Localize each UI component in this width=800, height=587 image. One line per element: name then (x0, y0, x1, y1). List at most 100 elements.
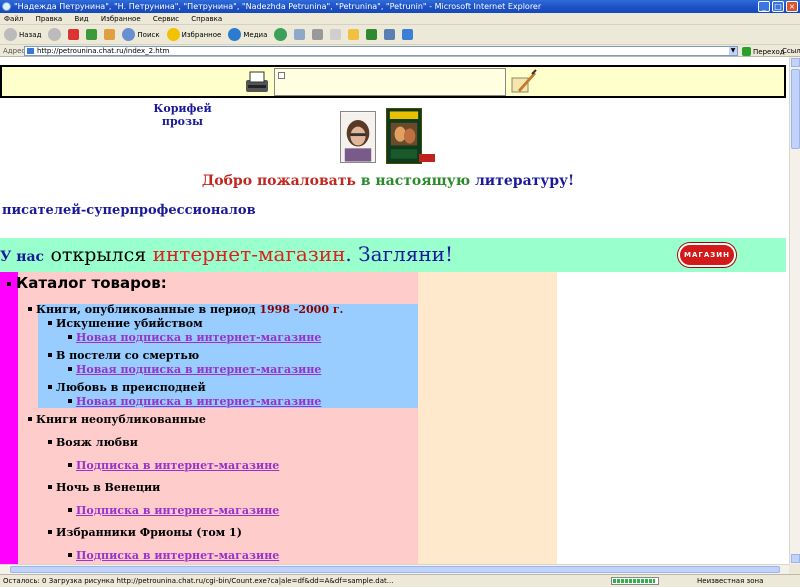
menu-view[interactable]: Вид (74, 15, 88, 23)
refresh-icon (86, 29, 98, 40)
browser-window: "Надежда Петрунина", "Н. Петрунина", "Пе… (0, 0, 800, 587)
menu-file[interactable]: Файл (4, 15, 23, 23)
address-url: http://petrounina.chat.ru/index_2.htm (37, 47, 170, 55)
horizontal-scrollbar[interactable] (0, 564, 789, 574)
mail-icon (294, 29, 306, 40)
book-cover-tag (419, 154, 435, 162)
refresh-button[interactable] (84, 27, 99, 43)
back-arrow-icon (4, 28, 17, 41)
catalog-group-published: Книги, опубликованные в период 1998 -200… (28, 303, 343, 316)
title-bar: "Надежда Петрунина", "Н. Петрунина", "Пе… (0, 0, 800, 13)
edit-button[interactable] (328, 27, 343, 43)
toolbar: Назад Поиск Избранное Медиа (0, 25, 800, 45)
page-icon (27, 48, 34, 54)
quill-pen-icon (511, 69, 537, 93)
subscription-link[interactable]: Новая подписка в интернет-магазине (68, 331, 321, 344)
address-label: Адрес (3, 47, 26, 55)
koryfei-heading: Корифей прозы (153, 102, 212, 128)
banner-image-placeholder (274, 68, 506, 96)
maximize-button[interactable]: □ (772, 1, 784, 12)
security-zone: Неизвестная зона (697, 577, 764, 585)
history-button[interactable] (272, 27, 289, 43)
research-button[interactable] (382, 27, 397, 43)
subscription-link[interactable]: Подписка в интернет-магазине (68, 549, 279, 562)
star-icon (166, 28, 180, 41)
window-button[interactable] (400, 27, 415, 43)
catalog-group-unpublished: Книги неопубликованные (28, 413, 206, 426)
forward-arrow-icon (48, 28, 62, 41)
folder-button[interactable] (346, 27, 361, 43)
author-photo (340, 111, 376, 163)
media-button[interactable]: Медиа (226, 27, 269, 43)
back-button[interactable]: Назад (2, 27, 43, 43)
home-button[interactable] (102, 27, 117, 43)
research-icon (384, 29, 396, 40)
broken-image-icon (278, 72, 285, 79)
progress-bar (611, 577, 659, 585)
chevron-down-icon[interactable]: ▼ (729, 47, 737, 55)
minimize-button[interactable]: _ (758, 1, 770, 12)
subscription-link[interactable]: Подписка в интернет-магазине (68, 459, 279, 472)
close-button[interactable]: × (786, 1, 798, 12)
marquee-text: писателей-суперпрофессионалов (2, 203, 256, 218)
progress-fill (613, 579, 655, 583)
window-controls: _ □ × (758, 1, 798, 12)
edit-icon (330, 29, 342, 40)
subscription-link[interactable]: Новая подписка в интернет-магазине (68, 395, 321, 408)
shop-announcement-text: У нас открылся интернет-магазин. Загляни… (0, 242, 454, 266)
folder-icon (348, 29, 360, 40)
window-icon (402, 29, 414, 40)
favorites-button[interactable]: Избранное (165, 27, 224, 43)
scroll-up-button[interactable] (791, 58, 800, 67)
shop-announcement-bar: У нас открылся интернет-магазин. Загляни… (0, 238, 786, 272)
window-title: "Надежда Петрунина", "Н. Петрунина", "Пе… (14, 2, 542, 11)
status-bar: Осталось: 0 Загрузка рисунка http://petr… (0, 574, 800, 587)
messenger-button[interactable] (364, 27, 379, 43)
history-icon (274, 28, 288, 41)
subscription-link[interactable]: Подписка в интернет-магазине (68, 504, 279, 517)
stop-icon (68, 29, 80, 40)
forward-button[interactable] (46, 27, 63, 43)
address-bar: Адрес http://petrounina.chat.ru/index_2.… (0, 45, 800, 57)
scroll-down-button[interactable] (791, 554, 800, 563)
address-input[interactable]: http://petrounina.chat.ru/index_2.htm ▼ (24, 46, 738, 56)
welcome-heading: Добро пожаловать в настоящую литературу! (201, 173, 575, 189)
right-side-panel (418, 272, 557, 564)
book-title: Искушение убийством (48, 317, 203, 330)
book-title: Ночь в Венеции (48, 481, 160, 494)
search-icon (122, 28, 136, 41)
ie-icon (2, 2, 11, 11)
links-button[interactable]: Ссылки (782, 45, 800, 57)
shop-button[interactable]: МАГАЗИН (678, 243, 736, 267)
book-title: Вояж любви (48, 436, 138, 449)
subscription-link[interactable]: Новая подписка в интернет-магазине (68, 363, 321, 376)
media-icon (228, 28, 242, 41)
catalog-title: Каталог товаров: (16, 274, 167, 292)
header-banner (0, 65, 786, 98)
book-title: Избранники Фрионы (том 1) (48, 526, 242, 539)
bullet (7, 282, 11, 286)
typewriter-icon (246, 71, 268, 92)
menu-edit[interactable]: Правка (36, 15, 63, 23)
vertical-scrollbar[interactable] (789, 57, 800, 564)
mail-button[interactable] (292, 27, 307, 43)
status-text: Осталось: 0 Загрузка рисунка http://petr… (3, 577, 394, 585)
scroll-thumb[interactable] (10, 566, 780, 573)
book-title: Любовь в преисподней (48, 381, 206, 394)
book-cover-image (386, 108, 422, 164)
messenger-icon (366, 29, 378, 40)
search-button[interactable]: Поиск (120, 27, 161, 43)
home-icon (104, 29, 116, 40)
stop-button[interactable] (66, 27, 81, 43)
scroll-thumb[interactable] (791, 69, 800, 149)
menu-bar: Файл Правка Вид Избранное Сервис Справка (0, 13, 800, 25)
book-title: В постели со смертью (48, 349, 199, 362)
left-magenta-stripe (0, 272, 18, 564)
menu-favorites[interactable]: Избранное (101, 15, 141, 23)
page-content: Корифей прозы Добро пожаловать в настоящ… (0, 57, 789, 564)
menu-help[interactable]: Справка (191, 15, 222, 23)
go-arrow-icon (742, 47, 751, 56)
print-icon (312, 29, 324, 40)
print-button[interactable] (310, 27, 325, 43)
menu-tools[interactable]: Сервис (153, 15, 179, 23)
